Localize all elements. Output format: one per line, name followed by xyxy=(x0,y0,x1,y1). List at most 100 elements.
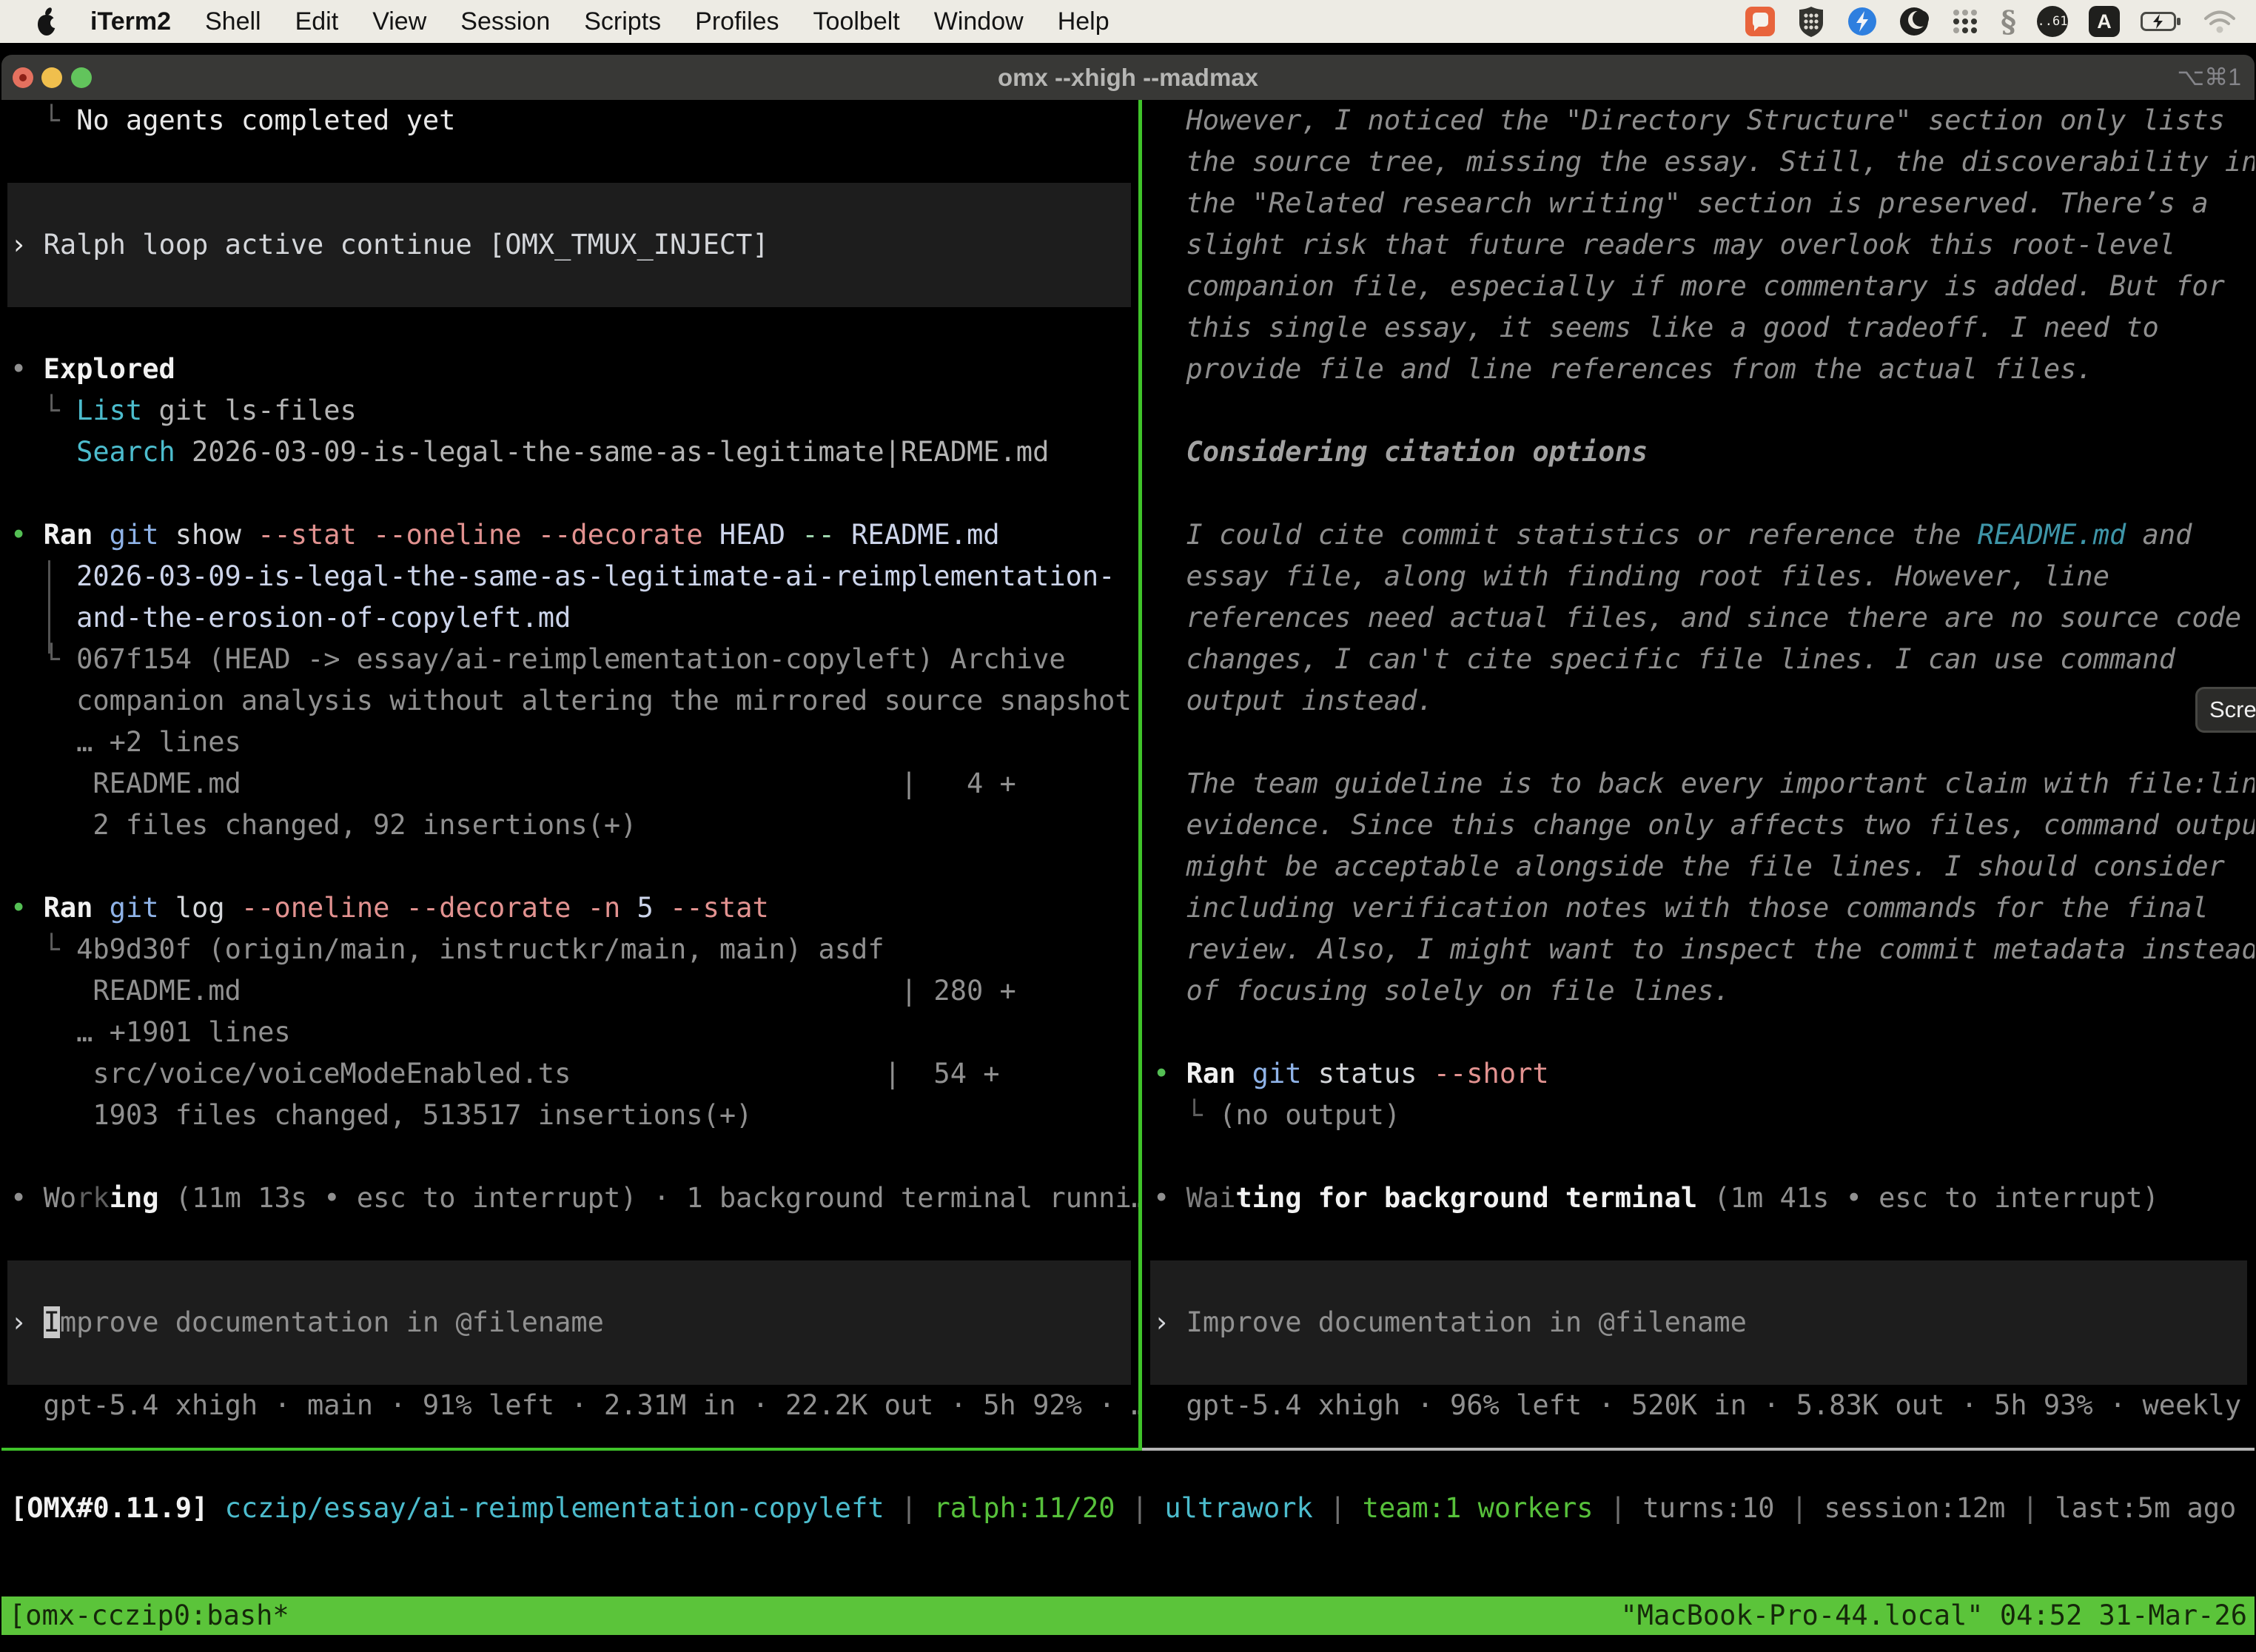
menu-shell[interactable]: Shell xyxy=(205,7,261,36)
pane-divider-vertical[interactable] xyxy=(1138,100,1142,1451)
text-segment: git xyxy=(110,892,175,924)
prompt-input[interactable]: › Improve documentation in @filename xyxy=(7,1260,1131,1385)
text-segment: git ls-files xyxy=(142,394,357,426)
text-segment: the source tree, missing the essay. Stil… xyxy=(1186,146,2255,178)
text-segment: › xyxy=(1153,1306,1186,1338)
omx-status-line: [OMX#0.11.9] cczip/essay/ai-reimplementa… xyxy=(10,1488,2236,1529)
terminal-line: including verification notes with those … xyxy=(1186,887,2209,929)
text-segment: • xyxy=(10,1182,44,1214)
text-segment: Improve documentation in @filename xyxy=(1186,1306,1747,1338)
menu-profiles[interactable]: Profiles xyxy=(695,7,779,36)
menu-toolbelt[interactable]: Toolbelt xyxy=(813,7,900,36)
input-source-a-icon[interactable]: A xyxy=(2089,6,2120,37)
tmux-pane-right[interactable]: However, I noticed the "Directory Struct… xyxy=(1144,100,2255,1449)
text-segment: ultrawork xyxy=(1164,1492,1329,1524)
text-segment: 5 xyxy=(637,892,671,924)
text-segment: (no output) xyxy=(1219,1099,1400,1131)
menu-view[interactable]: View xyxy=(372,7,426,36)
text-segment: | xyxy=(1610,1492,1643,1524)
terminal-line: might be acceptable alongside the file l… xyxy=(1186,846,2225,887)
text-segment: Search xyxy=(76,436,175,468)
terminal-line: Search 2026-03-09-is-legal-the-same-as-l… xyxy=(76,432,1049,473)
dots-grid-icon[interactable] xyxy=(1950,7,1980,36)
text-segment: • xyxy=(10,892,44,924)
battery-charging-icon[interactable] xyxy=(2141,10,2182,33)
squiggle-tool-icon[interactable]: § xyxy=(2001,4,2016,39)
text-segment: (1m 41s • esc to interrupt) xyxy=(1697,1182,2159,1214)
terminal-line: slight risk that future readers may over… xyxy=(1186,224,2176,266)
circle-61-icon[interactable]: ..61 xyxy=(2037,6,2068,37)
text-segment: status xyxy=(1318,1058,1434,1089)
apple-icon[interactable] xyxy=(34,7,59,36)
terminal-content: └ No agents completed yet› Ralph loop ac… xyxy=(1,100,2255,1652)
terminal-line: › Improve documentation in @filename xyxy=(10,1302,604,1343)
text-segment: ing xyxy=(110,1182,159,1214)
text-segment: Ran xyxy=(44,519,110,551)
text-segment: • xyxy=(10,353,44,385)
text-segment: review. Also, I might want to inspect th… xyxy=(1186,933,2255,965)
window-titlebar[interactable]: omx --xhigh --madmax ⌥⌘1 xyxy=(1,55,2255,100)
tmux-host-clock: "MacBook-Pro-44.local" 04:52 31-Mar-26 xyxy=(1621,1596,2247,1635)
text-segment: | xyxy=(901,1492,934,1524)
text-segment: Explored xyxy=(44,353,175,385)
text-segment: | xyxy=(1791,1492,1824,1524)
text-segment: companion analysis without altering the … xyxy=(76,685,1132,716)
text-segment: of focusing solely on file lines. xyxy=(1186,975,1730,1007)
terminal-line: 2 files changed, 92 insertions(+) xyxy=(93,805,637,846)
text-segment: [OMX#0.11.9] xyxy=(10,1492,225,1524)
text-segment: Wo xyxy=(44,1182,77,1214)
menu-iterm2[interactable]: iTerm2 xyxy=(90,7,171,36)
text-segment: and xyxy=(2126,519,2192,551)
text-segment: • xyxy=(1153,1058,1186,1089)
iterm2-window: omx --xhigh --madmax ⌥⌘1 └ No agents com… xyxy=(1,55,2255,1652)
tmux-pane-left[interactable]: └ No agents completed yet› Ralph loop ac… xyxy=(1,100,1138,1449)
wifi-icon[interactable] xyxy=(2203,9,2237,34)
menu-session[interactable]: Session xyxy=(460,7,550,36)
text-segment: └ xyxy=(44,643,77,675)
text-segment: Ralph loop active continue [OMX_TMUX_INJ… xyxy=(44,229,769,261)
text-segment: 2026-03-09-is-legal-the-same-as-legitima… xyxy=(76,560,1115,592)
text-segment: README.md xyxy=(1978,519,2126,551)
terminal-line: Considering citation options xyxy=(1186,432,1648,473)
text-segment: rk xyxy=(76,1182,110,1214)
shield-keypad-icon[interactable] xyxy=(1796,5,1826,38)
prompt-input[interactable]: › Improve documentation in @filename xyxy=(1150,1260,2247,1385)
terminal-line: gpt-5.4 xhigh · main · 91% left · 2.31M … xyxy=(44,1385,1138,1426)
text-segment: … +1901 lines xyxy=(76,1016,291,1048)
screen-overlay[interactable]: Scre xyxy=(2195,687,2256,733)
terminal-line: • Waiting for background terminal (1m 41… xyxy=(1153,1178,2159,1219)
menu-window[interactable]: Window xyxy=(934,7,1024,36)
terminal-line: this single essay, it seems like a good … xyxy=(1186,307,2159,349)
text-segment: the "Related research writing" section i… xyxy=(1186,187,2209,219)
dark-crescent-icon[interactable] xyxy=(1899,6,1930,37)
text-segment: turns:10 xyxy=(1642,1492,1790,1524)
terminal-line: output instead. xyxy=(1186,680,1434,722)
blue-badge-icon[interactable] xyxy=(1847,6,1878,37)
text-segment: | xyxy=(1329,1492,1363,1524)
text-segment: --short xyxy=(1434,1058,1549,1089)
menu-edit[interactable]: Edit xyxy=(295,7,339,36)
terminal-line: I could cite commit statistics or refere… xyxy=(1186,514,2192,556)
text-segment: • xyxy=(1153,1182,1186,1214)
chat-app-icon[interactable] xyxy=(1745,6,1776,37)
text-segment: session:12m xyxy=(1824,1492,2021,1524)
desktop: { "window": { "title": "omx --xhigh --ma… xyxy=(0,0,2256,1652)
terminal-line: README.md | 280 + xyxy=(93,970,1015,1012)
terminal-line: changes, I can't cite specific file line… xyxy=(1186,639,2176,680)
text-segment: --decorate xyxy=(406,892,588,924)
terminal-line: essay file, along with finding root file… xyxy=(1186,556,2109,597)
text-segment: 4b9d30f (origin/main, instructkr/main, m… xyxy=(76,933,884,965)
screen-overlay-label: Scre xyxy=(2209,696,2256,723)
text-segment: last:5m ago xyxy=(2055,1492,2236,1524)
text-segment: 067f154 (HEAD -> essay/ai-reimplementati… xyxy=(76,643,1066,675)
text-segment: --oneline xyxy=(373,519,538,551)
text-segment: List xyxy=(76,394,142,426)
text-segment: • xyxy=(10,519,44,551)
pane-divider-horizontal-left xyxy=(1,1448,1138,1451)
menu-scripts[interactable]: Scripts xyxy=(584,7,661,36)
text-segment: including verification notes with those … xyxy=(1186,892,2209,924)
terminal-line: companion file, especially if more comme… xyxy=(1186,266,2225,307)
window-title: omx --xhigh --madmax xyxy=(1,55,2255,100)
menu-help[interactable]: Help xyxy=(1058,7,1109,36)
terminal-line: › Improve documentation in @filename xyxy=(1153,1302,1747,1343)
